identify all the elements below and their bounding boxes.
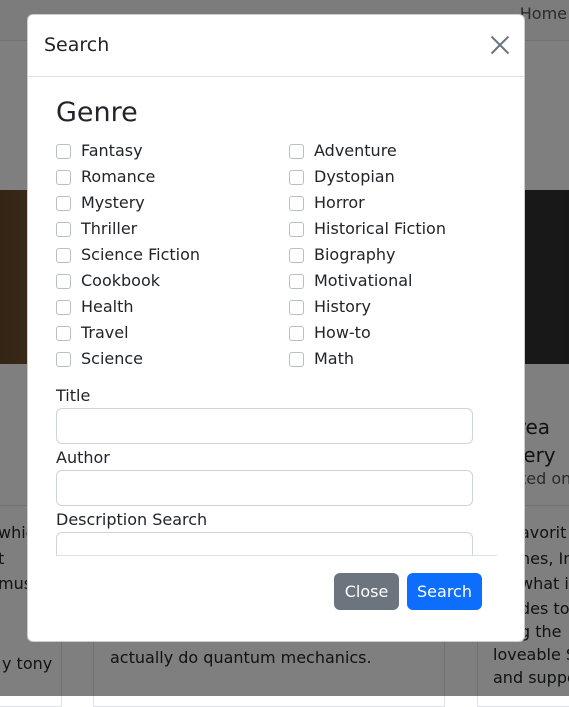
genre-option[interactable]: Science Fiction (56, 242, 200, 268)
genre-label: History (314, 297, 371, 316)
title-input[interactable] (56, 408, 473, 444)
genre-option[interactable]: Historical Fiction (289, 216, 446, 242)
checkbox[interactable] (289, 169, 304, 185)
search-modal: Search Genre Fantasy Romance Mystery Thr… (27, 14, 525, 642)
genre-option[interactable]: Health (56, 294, 200, 320)
checkbox[interactable] (289, 351, 304, 367)
divider (56, 555, 497, 556)
checkbox[interactable] (289, 143, 304, 159)
modal-title: Search (44, 34, 110, 56)
checkbox[interactable] (56, 143, 71, 159)
description-search-input[interactable] (56, 532, 473, 555)
checkbox[interactable] (56, 169, 71, 185)
checkbox[interactable] (56, 195, 71, 211)
modal-body: Genre Fantasy Romance Mystery Thriller S… (28, 77, 524, 555)
genre-checklist-right: Adventure Dystopian Horror Historical Fi… (289, 138, 446, 372)
genre-option[interactable]: Motivational (289, 268, 446, 294)
genre-heading: Genre (56, 97, 138, 128)
genre-label: Travel (81, 323, 129, 342)
genre-label: Mystery (81, 193, 145, 212)
genre-checklist-left: Fantasy Romance Mystery Thriller Science… (56, 138, 200, 372)
genre-option[interactable]: Mystery (56, 190, 200, 216)
genre-option[interactable]: Horror (289, 190, 446, 216)
genre-label: Cookbook (81, 271, 161, 290)
checkbox[interactable] (56, 325, 71, 341)
checkbox[interactable] (289, 195, 304, 211)
genre-label: Motivational (314, 271, 413, 290)
genre-option[interactable]: Romance (56, 164, 200, 190)
genre-option[interactable]: Fantasy (56, 138, 200, 164)
modal-footer: Close Search (28, 555, 524, 641)
checkbox[interactable] (289, 273, 304, 289)
description-search-label: Description Search (56, 510, 208, 529)
search-button[interactable]: Search (407, 573, 482, 610)
genre-option[interactable]: Adventure (289, 138, 446, 164)
genre-label: Adventure (314, 141, 397, 160)
checkbox[interactable] (289, 221, 304, 237)
checkbox[interactable] (56, 351, 71, 367)
genre-option[interactable]: Science (56, 346, 200, 372)
genre-label: Fantasy (81, 141, 143, 160)
close-icon[interactable] (490, 35, 510, 55)
genre-label: Romance (81, 167, 156, 186)
genre-label: Health (81, 297, 134, 316)
modal-header: Search (28, 15, 524, 77)
checkbox[interactable] (56, 299, 71, 315)
genre-option[interactable]: History (289, 294, 446, 320)
author-label: Author (56, 448, 110, 467)
genre-option[interactable]: Thriller (56, 216, 200, 242)
genre-label: How-to (314, 323, 371, 342)
genre-label: Science (81, 349, 144, 368)
genre-label: Biography (314, 245, 396, 264)
genre-label: Historical Fiction (314, 219, 446, 238)
genre-label: Horror (314, 193, 365, 212)
genre-label: Science Fiction (81, 245, 201, 264)
genre-option[interactable]: Dystopian (289, 164, 446, 190)
genre-option[interactable]: Travel (56, 320, 200, 346)
checkbox[interactable] (289, 299, 304, 315)
checkbox[interactable] (289, 325, 304, 341)
genre-option[interactable]: Cookbook (56, 268, 200, 294)
close-button[interactable]: Close (334, 573, 399, 610)
author-input[interactable] (56, 470, 473, 506)
genre-label: Math (314, 349, 355, 368)
genre-label: Dystopian (314, 167, 395, 186)
title-label: Title (56, 386, 91, 405)
genre-label: Thriller (81, 219, 138, 238)
genre-option[interactable]: Biography (289, 242, 446, 268)
checkbox[interactable] (56, 247, 71, 263)
checkbox[interactable] (56, 221, 71, 237)
genre-option[interactable]: Math (289, 346, 446, 372)
checkbox[interactable] (56, 273, 71, 289)
checkbox[interactable] (289, 247, 304, 263)
genre-option[interactable]: How-to (289, 320, 446, 346)
